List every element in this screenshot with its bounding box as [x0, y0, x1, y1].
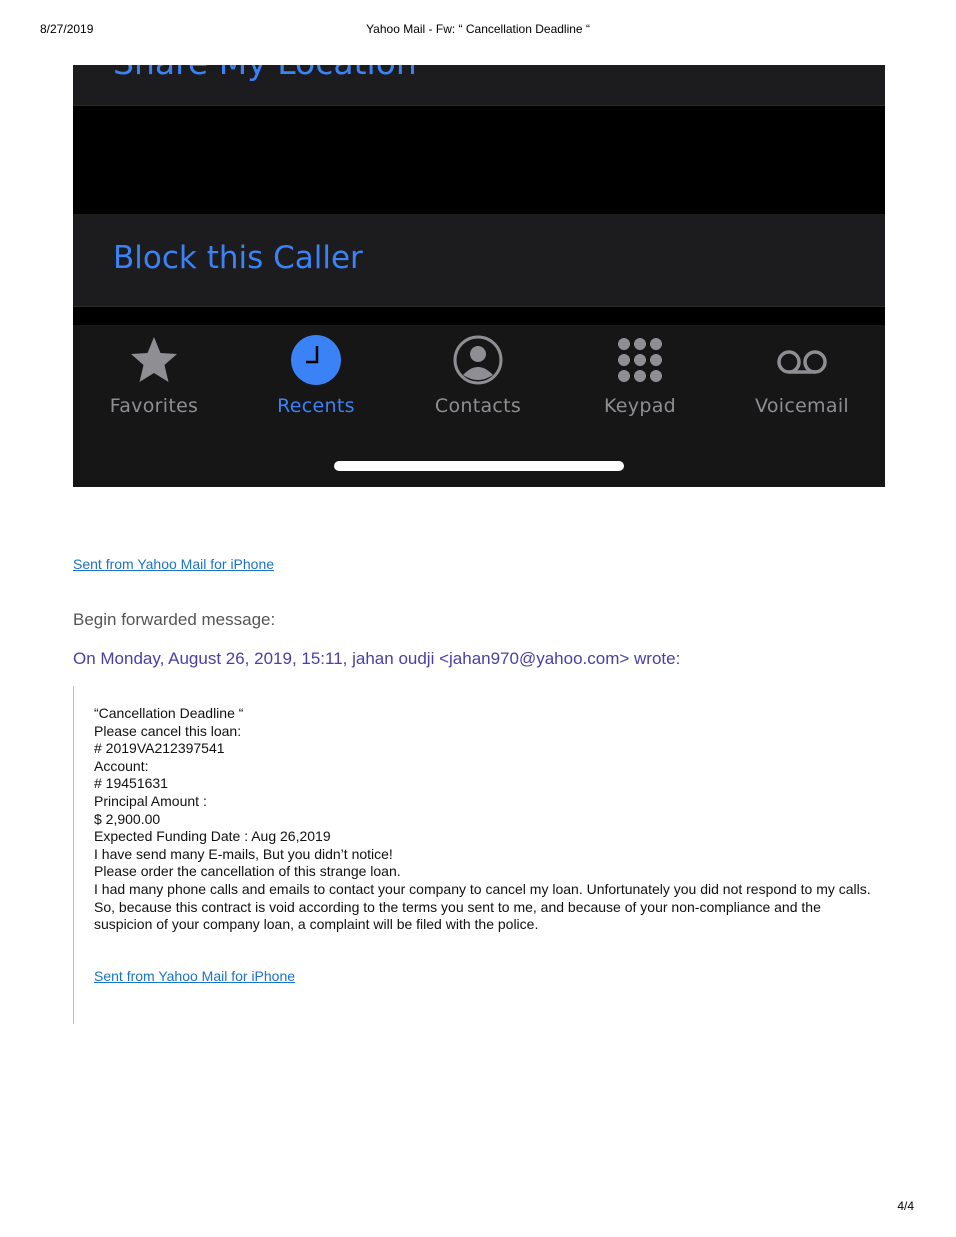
quoted-paragraph: I had many phone calls and emails to con…	[94, 880, 871, 933]
tab-contacts[interactable]: Contacts	[397, 325, 559, 425]
share-location-row[interactable]: Share My Location	[73, 65, 885, 106]
tab-favorites[interactable]: Favorites	[73, 325, 235, 425]
quoted-body: “Cancellation Deadline “ Please cancel t…	[94, 705, 874, 934]
block-caller-row[interactable]: Block this Caller	[73, 214, 885, 307]
forwarded-header-line: On Monday, August 26, 2019, 15:11, jahan…	[73, 649, 681, 668]
quoted-line: Please order the cancellation of this st…	[94, 863, 401, 880]
quoted-line: Principal Amount :	[94, 792, 207, 809]
tab-voicemail[interactable]: Voicemail	[721, 325, 883, 425]
begin-forwarded-label: Begin forwarded message:	[73, 610, 276, 629]
block-caller-label: Block this Caller	[113, 240, 363, 276]
tab-recents[interactable]: Recents	[235, 325, 397, 425]
clock-icon	[291, 335, 341, 385]
star-icon	[131, 337, 177, 382]
tab-label: Keypad	[603, 395, 676, 417]
print-title: Yahoo Mail - Fw: “ Cancellation Deadline…	[366, 22, 590, 36]
quoted-sent-from-yahoo-link[interactable]: Sent from Yahoo Mail for iPhone	[94, 968, 295, 984]
quoted-line: “Cancellation Deadline “	[94, 705, 244, 721]
tab-label: Favorites	[109, 395, 199, 417]
page-number: 4/4	[897, 1199, 914, 1213]
phone-screenshot: Share My Location Block this Caller Favo…	[73, 65, 885, 487]
quoted-line: # 2019VA212397541	[94, 740, 225, 757]
sent-from-yahoo-link[interactable]: Sent from Yahoo Mail for iPhone	[73, 556, 274, 572]
share-location-label: Share My Location	[113, 65, 417, 82]
quoted-line: Please cancel this loan:	[94, 722, 242, 739]
tab-label: Voicemail	[755, 395, 849, 417]
print-header: 8/27/2019 Yahoo Mail - Fw: “ Cancellatio…	[0, 22, 956, 38]
quoted-line: $ 2,900.00	[94, 810, 161, 827]
home-indicator	[334, 461, 624, 471]
person-circle-icon	[453, 335, 503, 385]
tab-bar: Favorites Recents Contacts Keypad Voicem…	[73, 325, 885, 487]
tab-label: Recents	[277, 395, 355, 417]
quoted-line: Expected Funding Date : Aug 26,2019	[94, 828, 331, 845]
quoted-message: “Cancellation Deadline “ Please cancel t…	[73, 686, 874, 1024]
quoted-line: # 19451631	[94, 775, 168, 792]
tab-keypad[interactable]: Keypad	[559, 325, 721, 425]
keypad-icon	[618, 338, 662, 382]
voicemail-icon	[777, 350, 827, 374]
quoted-line: Account:	[94, 757, 149, 774]
quoted-line: I have send many E-mails, But you didn’t…	[94, 845, 393, 862]
tab-label: Contacts	[434, 395, 522, 417]
